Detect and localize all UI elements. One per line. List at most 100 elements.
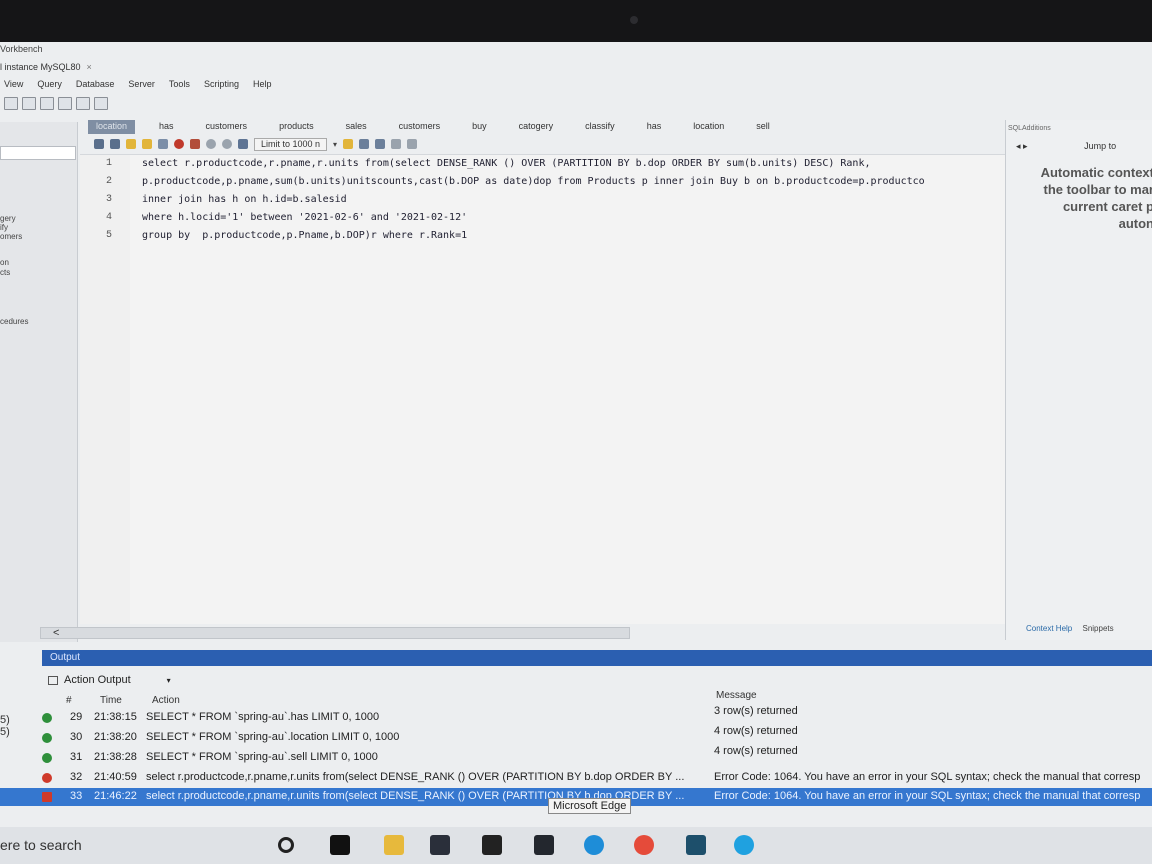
tab-sales[interactable]: sales [338, 120, 375, 134]
nav-item[interactable]: omers [0, 232, 22, 241]
commit-icon[interactable] [206, 139, 216, 149]
output-row[interactable]: 32 21:40:59 select r.productcode,r.pname… [0, 769, 1152, 787]
tab-location-2[interactable]: location [685, 120, 732, 134]
row-time: 21:40:59 [94, 771, 137, 783]
output-row[interactable]: 31 21:38:28 SELECT * FROM `spring-au`.se… [0, 745, 1152, 767]
menu-scripting[interactable]: Scripting [204, 79, 239, 95]
rollback-icon[interactable] [222, 139, 232, 149]
nav-item[interactable]: ify [0, 223, 8, 232]
col-header-message: Message [716, 690, 757, 701]
skype-icon[interactable] [734, 835, 754, 855]
search-table-icon[interactable] [94, 97, 108, 110]
tab-customers[interactable]: customers [198, 120, 256, 134]
menu-query[interactable]: Query [37, 79, 62, 95]
code-line[interactable]: where h.locid='1' between '2021-02-6' an… [142, 212, 467, 223]
success-icon [42, 713, 52, 723]
line-number: 2 [106, 176, 113, 187]
create-table-icon[interactable] [76, 97, 90, 110]
sql-additions-panel: SQLAdditions ◂ ▸ Jump to Automatic conte… [1005, 120, 1152, 640]
dropbox-icon[interactable] [430, 835, 450, 855]
tab-snippets[interactable]: Snippets [1082, 624, 1113, 633]
tab-sell[interactable]: sell [748, 120, 778, 134]
menu-help[interactable]: Help [253, 79, 272, 95]
row-time: 21:38:15 [94, 711, 137, 723]
schema-filter-input[interactable] [0, 146, 76, 160]
chrome-icon[interactable] [634, 835, 654, 855]
wrap-lines-icon[interactable] [407, 139, 418, 149]
action-output-selector[interactable]: Action Output ▾ [48, 674, 171, 686]
execute-icon[interactable] [126, 139, 136, 149]
instance-tab[interactable]: l instance MySQL80 × [0, 62, 92, 78]
toggle-error-icon[interactable] [190, 139, 200, 149]
nav-item[interactable]: gery [0, 214, 16, 223]
horizontal-scrollbar[interactable]: < [40, 627, 630, 639]
line-number: 1 [106, 158, 113, 169]
context-help-text: Automatic context the toolbar to mar cur… [1022, 164, 1152, 232]
nav-item[interactable]: cedures [0, 317, 28, 326]
menu-database[interactable]: Database [76, 79, 115, 95]
chevron-down-icon[interactable]: ▾ [167, 676, 171, 685]
new-query-icon[interactable] [4, 97, 18, 110]
row-num: 32 [70, 771, 83, 783]
tab-buy[interactable]: buy [464, 120, 495, 134]
explain-icon[interactable] [158, 139, 168, 149]
stop-icon[interactable] [174, 139, 184, 149]
nav-item[interactable]: cts [0, 268, 10, 277]
save-icon[interactable] [110, 139, 120, 149]
invisible-chars-icon[interactable] [391, 139, 402, 149]
open-file-icon[interactable] [94, 139, 104, 149]
row-num: 29 [70, 711, 83, 723]
powershell-icon[interactable] [534, 835, 554, 855]
search-icon[interactable] [375, 139, 386, 149]
store-icon[interactable] [482, 835, 502, 855]
workbench-icon[interactable] [686, 835, 706, 855]
code-line[interactable]: p.productcode,p.pname,sum(b.units)unitsc… [142, 176, 925, 187]
create-schema-icon[interactable] [58, 97, 72, 110]
menu-tools[interactable]: Tools [169, 79, 190, 95]
line-number: 5 [106, 230, 113, 241]
cortana-icon[interactable] [278, 837, 294, 853]
tab-has[interactable]: has [151, 120, 182, 134]
row-message: 3 row(s) returned [714, 705, 798, 717]
tab-has-2[interactable]: has [639, 120, 670, 134]
find-icon[interactable] [359, 139, 370, 149]
output-row[interactable]: 29 21:38:15 SELECT * FROM `spring-au`.ha… [0, 705, 1152, 727]
tab-customers-2[interactable]: customers [391, 120, 449, 134]
row-action: SELECT * FROM `spring-au`.location LIMIT… [146, 731, 400, 743]
beautify-icon[interactable] [343, 139, 354, 149]
code-line[interactable]: group by p.productcode,p.Pname,b.DOP)r w… [142, 230, 467, 241]
open-script-icon[interactable] [22, 97, 36, 110]
tab-catogery[interactable]: catogery [511, 120, 562, 134]
intellij-icon[interactable] [330, 835, 350, 855]
scroll-left-icon[interactable]: < [53, 627, 59, 639]
taskbar-search[interactable]: ere to search [0, 837, 82, 853]
row-time: 21:38:28 [94, 751, 137, 763]
webcam-dot [630, 16, 638, 24]
nav-item[interactable]: on [0, 258, 9, 267]
nav-back-icon[interactable]: ◂ ▸ [1016, 141, 1028, 151]
instance-tab-label: l instance MySQL80 [0, 62, 81, 72]
code-line[interactable]: inner join has h on h.id=b.salesid [142, 194, 347, 205]
close-tab-icon[interactable]: × [87, 62, 92, 72]
chevron-down-icon[interactable]: ▾ [333, 140, 337, 149]
tab-location[interactable]: location [88, 120, 136, 134]
output-title: Output [50, 652, 81, 663]
output-panel-header: Output [42, 650, 1152, 666]
tab-classify[interactable]: classify [577, 120, 623, 134]
output-row[interactable]: 30 21:38:20 SELECT * FROM `spring-au`.lo… [0, 725, 1152, 747]
limit-rows-select[interactable]: Limit to 1000 n [254, 137, 328, 151]
edge-icon[interactable] [584, 835, 604, 855]
action-output-label: Action Output [64, 674, 131, 686]
jump-to-label[interactable]: Jump to [1084, 141, 1116, 151]
autocommit-icon[interactable] [238, 139, 248, 149]
tab-products[interactable]: products [271, 120, 322, 134]
menu-view[interactable]: View [4, 79, 23, 95]
inspect-icon[interactable] [40, 97, 54, 110]
menu-server[interactable]: Server [128, 79, 155, 95]
sql-editor[interactable]: 1 2 3 4 5 select r.productcode,r.pname,r… [80, 154, 1025, 624]
execute-current-icon[interactable] [142, 139, 152, 149]
file-explorer-icon[interactable] [384, 835, 404, 855]
help-line: current caret p [1062, 199, 1152, 214]
tab-context-help[interactable]: Context Help [1026, 624, 1072, 633]
code-line[interactable]: select r.productcode,r.pname,r.units fro… [142, 158, 870, 169]
